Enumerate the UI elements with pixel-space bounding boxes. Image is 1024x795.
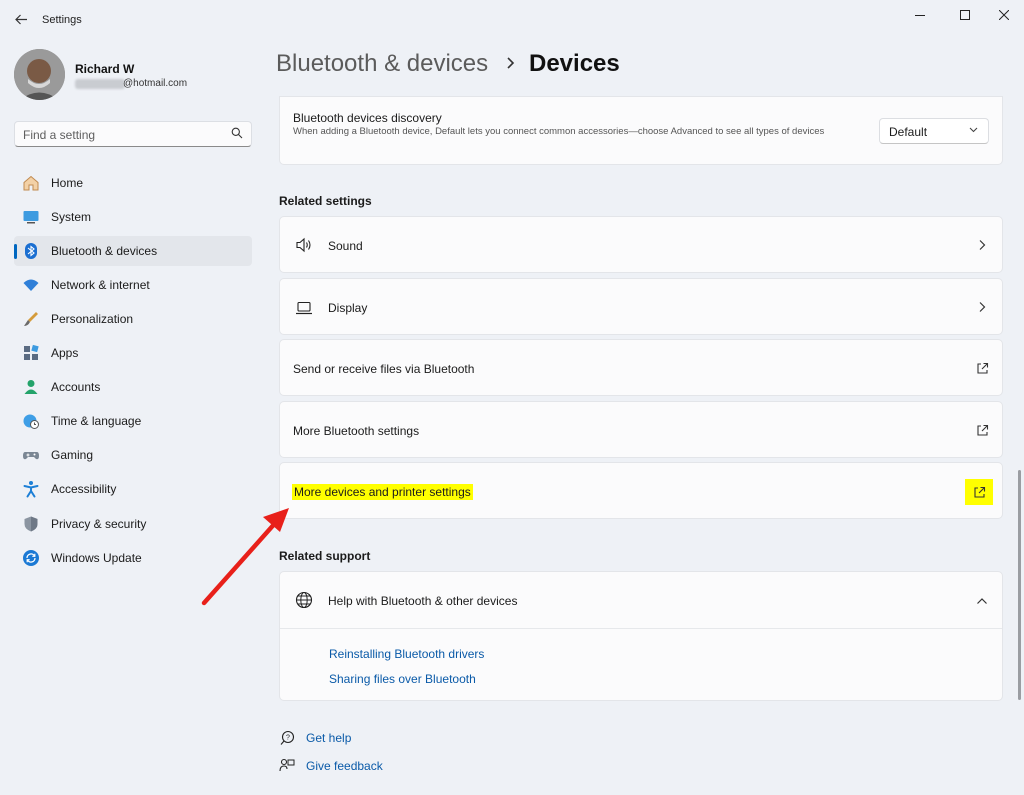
- scrollbar-thumb[interactable]: [1018, 470, 1021, 700]
- discovery-dropdown[interactable]: Default: [879, 118, 989, 144]
- globe-clock-icon: [22, 412, 40, 430]
- avatar[interactable]: [14, 49, 65, 100]
- sharing-files-link[interactable]: Sharing files over Bluetooth: [329, 672, 476, 686]
- nav-item-personalization[interactable]: Personalization: [14, 304, 252, 334]
- nav-item-network-internet[interactable]: Network & internet: [14, 270, 252, 300]
- arrow-left-icon: [14, 14, 27, 24]
- nav-item-system[interactable]: System: [14, 202, 252, 232]
- shield-icon: [22, 515, 40, 533]
- chevron-down-icon: [969, 127, 978, 133]
- give-feedback-link[interactable]: Give feedback: [306, 759, 383, 773]
- related-support-heading: Related support: [279, 549, 371, 563]
- svg-text:?: ?: [286, 735, 290, 742]
- nav-item-gaming[interactable]: Gaming: [14, 440, 252, 470]
- help-bluetooth-title: Help with Bluetooth & other devices: [328, 594, 518, 608]
- nav-item-accessibility[interactable]: Accessibility: [14, 474, 252, 504]
- external-link-icon: [974, 422, 990, 438]
- search-icon: [231, 127, 243, 139]
- bluetooth-icon: [22, 242, 40, 260]
- get-help-link[interactable]: Get help: [306, 731, 351, 745]
- nav-label: Home: [51, 176, 84, 190]
- person-icon: [22, 378, 40, 396]
- close-button[interactable]: [986, 4, 1022, 26]
- search-input[interactable]: [23, 126, 223, 143]
- minimize-icon: [915, 15, 925, 16]
- send-receive-files-label: Send or receive files via Bluetooth: [293, 362, 475, 376]
- maximize-icon: [960, 10, 970, 20]
- more-bluetooth-settings-row[interactable]: More Bluetooth settings: [279, 401, 1003, 458]
- minimize-button[interactable]: [902, 4, 938, 26]
- nav-label: Privacy & security: [51, 517, 147, 531]
- nav-item-privacy-security[interactable]: Privacy & security: [14, 509, 252, 539]
- settings-window: Settings Richard W @hotmail.com Home: [0, 0, 1024, 795]
- refresh-icon: [22, 549, 40, 567]
- bluetooth-discovery-card: Bluetooth devices discovery When adding …: [279, 96, 1003, 165]
- gamepad-icon: [22, 446, 40, 464]
- more-bluetooth-settings-label: More Bluetooth settings: [293, 424, 420, 438]
- nav-label: Windows Update: [51, 551, 142, 565]
- external-link-icon: [965, 479, 993, 505]
- nav-item-bluetooth-devices[interactable]: Bluetooth & devices: [14, 236, 252, 266]
- search-box[interactable]: [14, 121, 252, 147]
- reinstalling-drivers-link[interactable]: Reinstalling Bluetooth drivers: [329, 647, 484, 661]
- close-icon: [999, 10, 1009, 20]
- active-indicator: [14, 244, 17, 259]
- help-bluetooth-header[interactable]: Help with Bluetooth & other devices: [280, 572, 1002, 629]
- nav-label: Bluetooth & devices: [51, 244, 158, 258]
- redacted-email: [75, 79, 125, 89]
- sound-label: Sound: [328, 239, 363, 253]
- display-row[interactable]: Display: [279, 278, 1003, 335]
- nav-label: Apps: [51, 346, 79, 360]
- home-icon: [22, 174, 40, 192]
- maximize-button[interactable]: [947, 4, 983, 26]
- accessibility-icon: [22, 480, 40, 498]
- send-receive-files-row[interactable]: Send or receive files via Bluetooth: [279, 339, 1003, 396]
- chevron-up-icon: [974, 593, 990, 609]
- related-support-card: Help with Bluetooth & other devices Rein…: [279, 571, 1003, 701]
- breadcrumb-parent[interactable]: Bluetooth & devices: [276, 50, 488, 78]
- give-feedback-icon: [278, 757, 296, 775]
- more-devices-printer-settings-row[interactable]: More devices and printer settings: [279, 462, 1003, 519]
- nav-label: Gaming: [51, 448, 94, 462]
- user-name: Richard W: [75, 62, 135, 76]
- chevron-right-icon: [974, 237, 990, 253]
- nav-item-home[interactable]: Home: [14, 168, 252, 198]
- discovery-title: Bluetooth devices discovery: [293, 111, 442, 125]
- chevron-right-icon: [507, 57, 515, 69]
- nav-item-time-language[interactable]: Time & language: [14, 406, 252, 436]
- laptop-icon: [293, 297, 315, 319]
- paintbrush-icon: [22, 310, 40, 328]
- nav-label: Time & language: [51, 414, 142, 428]
- title-bar: Settings: [0, 0, 1024, 40]
- nav-label: Personalization: [51, 312, 134, 326]
- nav-item-accounts[interactable]: Accounts: [14, 372, 252, 402]
- globe-icon: [293, 589, 315, 611]
- nav-label: System: [51, 210, 92, 224]
- page-title: Devices: [529, 50, 620, 77]
- nav-label: Network & internet: [51, 278, 150, 292]
- related-settings-heading: Related settings: [279, 194, 372, 208]
- speaker-icon: [293, 234, 315, 256]
- nav-item-windows-update[interactable]: Windows Update: [14, 543, 252, 573]
- dropdown-value: Default: [889, 125, 928, 139]
- get-help-icon: ?: [278, 729, 296, 747]
- nav-label: Accounts: [51, 380, 101, 394]
- wifi-icon: [22, 276, 40, 294]
- discovery-description: When adding a Bluetooth device, Default …: [293, 126, 825, 137]
- more-devices-printer-settings-label: More devices and printer settings: [292, 484, 473, 500]
- apps-icon: [22, 344, 40, 362]
- monitor-icon: [22, 208, 40, 226]
- app-title: Settings: [42, 14, 82, 26]
- back-button[interactable]: [10, 8, 32, 30]
- display-label: Display: [328, 301, 368, 315]
- nav-label: Accessibility: [51, 482, 117, 496]
- user-email: @hotmail.com: [123, 78, 188, 89]
- chevron-right-icon: [974, 299, 990, 315]
- nav-item-apps[interactable]: Apps: [14, 338, 252, 368]
- user-photo-icon: [14, 49, 65, 100]
- sound-row[interactable]: Sound: [279, 216, 1003, 273]
- external-link-icon: [974, 360, 990, 376]
